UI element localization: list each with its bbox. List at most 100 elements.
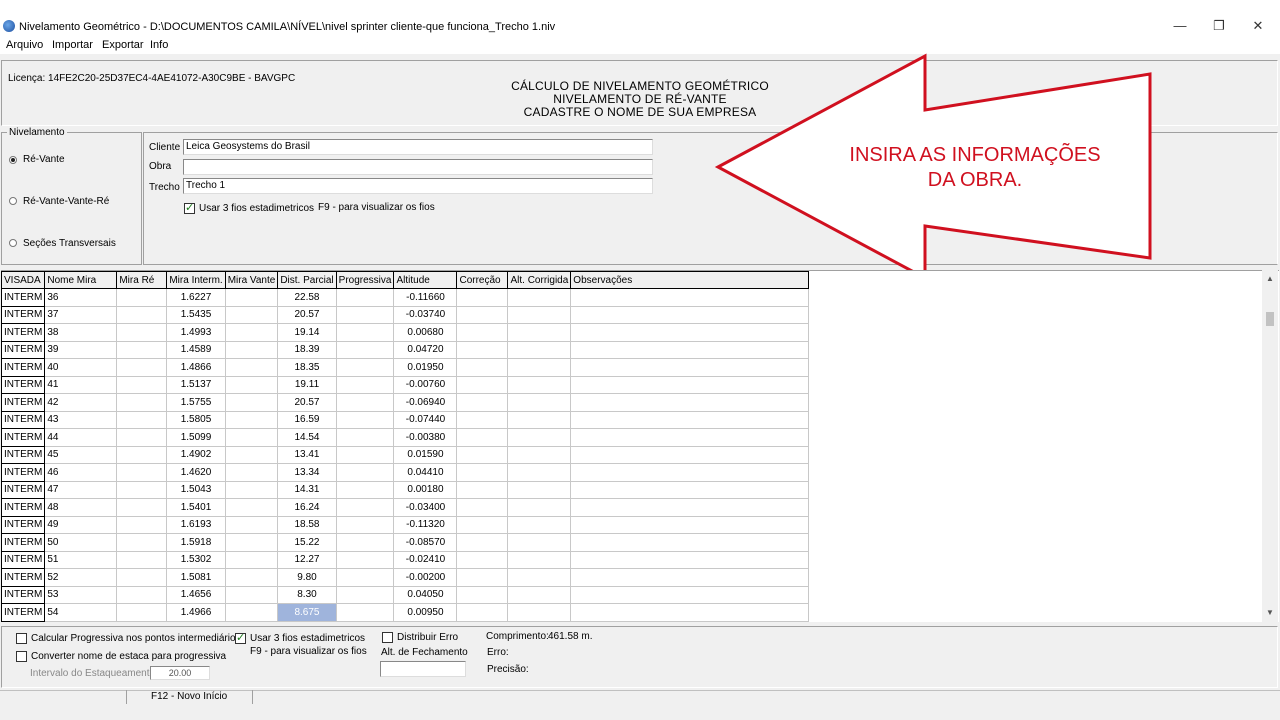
column-header[interactable]: VISADA — [0, 271, 46, 289]
restore-button[interactable]: ❐ — [1209, 16, 1229, 36]
table-cell[interactable] — [507, 393, 572, 412]
table-cell[interactable] — [116, 323, 168, 342]
table-cell[interactable] — [507, 358, 572, 377]
table-cell[interactable] — [225, 586, 279, 604]
table-cell[interactable] — [116, 446, 168, 464]
table-cell[interactable]: INTERM — [0, 393, 46, 412]
table-cell[interactable]: 9.80 — [277, 568, 337, 587]
table-cell[interactable] — [225, 358, 279, 377]
table-row[interactable]: INTERM 46 1.4620 13.34 0.04410 — [0, 463, 810, 482]
table-cell[interactable]: -0.00200 — [393, 568, 458, 587]
column-header[interactable]: Altitude — [393, 271, 458, 289]
table-cell[interactable]: 19.14 — [277, 323, 337, 342]
table-cell[interactable] — [336, 428, 395, 447]
table-cell[interactable] — [507, 428, 572, 447]
table-cell[interactable] — [116, 533, 168, 552]
table-cell[interactable] — [456, 446, 509, 464]
table-cell[interactable]: 40 — [44, 358, 118, 377]
table-cell[interactable] — [116, 393, 168, 412]
table-row[interactable]: INTERM 42 1.5755 20.57 -0.06940 — [0, 393, 810, 412]
scroll-down-icon[interactable]: ▼ — [1266, 608, 1274, 617]
table-cell[interactable] — [225, 376, 279, 394]
table-cell[interactable]: 0.04410 — [393, 463, 458, 482]
table-cell[interactable] — [336, 481, 395, 499]
table-cell[interactable] — [225, 533, 279, 552]
converter-checkbox[interactable] — [16, 651, 27, 662]
table-cell[interactable]: INTERM — [0, 358, 46, 377]
table-cell[interactable] — [570, 603, 810, 622]
cliente-field[interactable]: Leica Geosystems do Brasil — [183, 139, 653, 155]
table-cell[interactable] — [225, 481, 279, 499]
table-cell[interactable]: 1.5401 — [166, 498, 226, 517]
table-cell[interactable] — [336, 341, 395, 359]
table-cell[interactable] — [456, 481, 509, 499]
menu-arquivo[interactable]: Arquivo — [6, 39, 43, 51]
table-cell[interactable]: 0.00680 — [393, 323, 458, 342]
table-cell[interactable] — [570, 358, 810, 377]
table-cell[interactable]: INTERM — [0, 340, 46, 359]
table-cell[interactable]: 42 — [44, 393, 118, 412]
table-cell[interactable] — [570, 323, 810, 342]
table-cell[interactable] — [570, 551, 810, 569]
table-cell[interactable] — [116, 341, 168, 359]
table-cell[interactable] — [456, 428, 509, 447]
table-cell[interactable] — [225, 498, 279, 517]
table-cell[interactable] — [225, 516, 279, 534]
table-cell[interactable]: 1.6193 — [166, 516, 226, 534]
table-cell[interactable]: 48 — [44, 498, 118, 517]
table-cell[interactable] — [225, 306, 279, 324]
table-cell[interactable]: INTERM — [0, 515, 46, 534]
table-cell[interactable]: 15.22 — [277, 533, 337, 552]
table-cell[interactable] — [507, 568, 572, 587]
table-cell[interactable] — [570, 498, 810, 517]
table-cell[interactable] — [456, 411, 509, 429]
column-header[interactable]: Correção — [456, 271, 509, 289]
table-cell[interactable] — [116, 498, 168, 517]
table-row[interactable]: INTERM 50 1.5918 15.22 -0.08570 — [0, 533, 810, 552]
table-cell[interactable] — [336, 306, 395, 324]
table-cell[interactable]: 52 — [44, 568, 118, 587]
table-cell[interactable]: INTERM — [0, 375, 46, 394]
table-cell[interactable]: INTERM — [0, 498, 46, 517]
table-row[interactable]: INTERM 38 1.4993 19.14 0.00680 — [0, 323, 810, 342]
table-cell[interactable]: 38 — [44, 323, 118, 342]
table-cell[interactable]: -0.00760 — [393, 376, 458, 394]
table-cell[interactable] — [507, 288, 572, 307]
alt-fechamento-input[interactable] — [380, 661, 466, 677]
table-row[interactable]: INTERM 45 1.4902 13.41 0.01590 — [0, 445, 810, 464]
table-cell[interactable]: 8.30 — [277, 586, 337, 604]
table-cell[interactable] — [116, 411, 168, 429]
table-cell[interactable] — [336, 323, 395, 342]
table-cell[interactable] — [116, 586, 168, 604]
table-cell[interactable] — [116, 288, 168, 307]
menu-info[interactable]: Info — [150, 39, 168, 51]
table-cell[interactable]: 1.5918 — [166, 533, 226, 552]
table-cell[interactable] — [336, 568, 395, 587]
table-cell[interactable]: INTERM — [0, 550, 46, 569]
table-cell[interactable]: 46 — [44, 463, 118, 482]
table-cell[interactable]: 41 — [44, 376, 118, 394]
table-cell[interactable] — [456, 586, 509, 604]
table-cell[interactable] — [507, 463, 572, 482]
column-header[interactable]: Mira Ré — [116, 271, 168, 289]
table-cell[interactable] — [225, 288, 279, 307]
table-cell[interactable] — [116, 603, 168, 622]
table-cell[interactable]: INTERM — [0, 428, 46, 447]
table-cell[interactable] — [507, 446, 572, 464]
table-cell[interactable]: 1.6227 — [166, 288, 226, 307]
table-cell[interactable]: -0.08570 — [393, 533, 458, 552]
scroll-thumb[interactable] — [1266, 312, 1274, 326]
table-cell[interactable]: 1.5435 — [166, 306, 226, 324]
radio-re-vante-label[interactable]: Ré-Vante — [23, 154, 65, 165]
table-cell[interactable]: 54 — [44, 603, 118, 622]
table-cell[interactable] — [507, 498, 572, 517]
table-cell[interactable]: 0.00950 — [393, 603, 458, 622]
usar-fios-bottom-checkbox[interactable] — [235, 631, 246, 644]
radio-secoes-transversais[interactable] — [9, 239, 17, 247]
table-cell[interactable] — [116, 481, 168, 499]
table-cell[interactable] — [456, 288, 509, 307]
grid-scrollbar[interactable]: ▲ ▼ — [1262, 270, 1278, 622]
usar-fios-checkbox[interactable] — [184, 201, 195, 214]
table-cell[interactable]: 1.5099 — [166, 428, 226, 447]
table-row[interactable]: INTERM 41 1.5137 19.11 -0.00760 — [0, 375, 810, 394]
